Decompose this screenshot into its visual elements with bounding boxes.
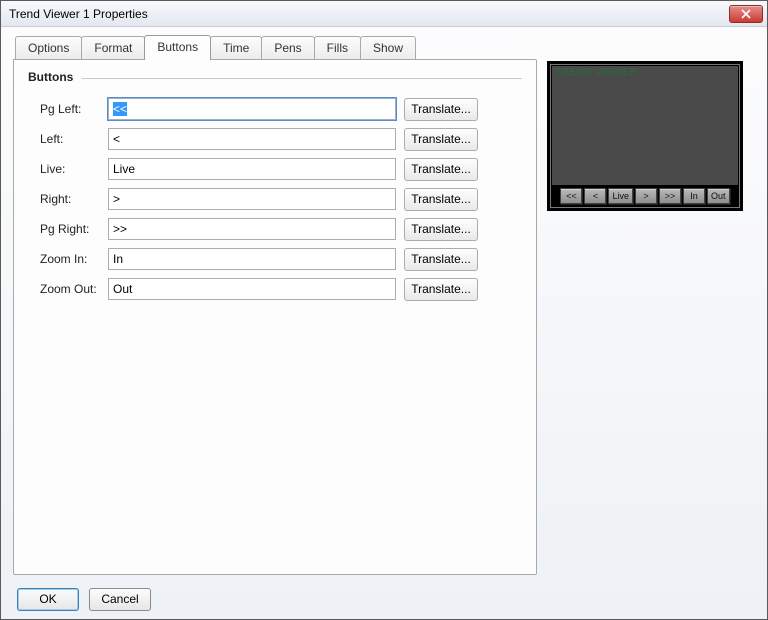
row-pg-left: Pg Left: Translate... [28,94,522,124]
preview-btn-pg-right[interactable]: >> [659,188,681,204]
label-pg-right: Pg Right: [28,222,108,236]
translate-zoom-in[interactable]: Translate... [404,248,478,271]
row-left: Left: Translate... [28,124,522,154]
row-zoom-in: Zoom In: Translate... [28,244,522,274]
close-button[interactable] [729,5,763,23]
row-right: Right: Translate... [28,184,522,214]
translate-right[interactable]: Translate... [404,188,478,211]
buttons-form: Pg Left: Translate... Left: Translate...… [28,94,522,304]
tab-strip: Options Format Buttons Time Pens Fills S… [15,35,537,59]
preview-btn-zoom-in[interactable]: In [683,188,705,204]
input-live[interactable] [108,158,396,180]
translate-pg-left[interactable]: Translate... [404,98,478,121]
tab-buttons[interactable]: Buttons [144,35,211,60]
preview-btn-right[interactable]: > [635,188,657,204]
input-left[interactable] [108,128,396,150]
preview-buttons: << < Live > >> In Out [553,187,737,205]
translate-pg-right[interactable]: Translate... [404,218,478,241]
properties-dialog: Trend Viewer 1 Properties Options Format… [0,0,768,620]
label-left: Left: [28,132,108,146]
cancel-button[interactable]: Cancel [89,588,151,611]
label-right: Right: [28,192,108,206]
dialog-body: Options Format Buttons Time Pens Fills S… [1,27,767,579]
tab-fills[interactable]: Fills [314,36,361,59]
tab-time[interactable]: Time [210,36,262,59]
translate-live[interactable]: Translate... [404,158,478,181]
tab-content: Buttons Pg Left: Translate... Left: Tran… [13,59,537,575]
preview-title: TREND VIEWER [555,67,638,78]
translate-left[interactable]: Translate... [404,128,478,151]
row-pg-right: Pg Right: Translate... [28,214,522,244]
right-pane: TREND VIEWER << < Live > >> In Out [547,35,757,575]
label-pg-left: Pg Left: [28,102,108,116]
window-title: Trend Viewer 1 Properties [9,7,729,21]
preview-btn-live[interactable]: Live [608,188,633,204]
label-live: Live: [28,162,108,176]
tab-options[interactable]: Options [15,36,82,59]
row-zoom-out: Zoom Out: Translate... [28,274,522,304]
label-zoom-out: Zoom Out: [28,282,108,296]
preview-btn-left[interactable]: < [584,188,606,204]
tab-pens[interactable]: Pens [261,36,314,59]
row-live: Live: Translate... [28,154,522,184]
ok-button[interactable]: OK [17,588,79,611]
input-zoom-in[interactable] [108,248,396,270]
titlebar: Trend Viewer 1 Properties [1,1,767,27]
left-pane: Options Format Buttons Time Pens Fills S… [13,35,537,575]
input-right[interactable] [108,188,396,210]
group-label: Buttons [28,70,522,84]
translate-zoom-out[interactable]: Translate... [404,278,478,301]
preview-btn-zoom-out[interactable]: Out [707,188,730,204]
input-zoom-out[interactable] [108,278,396,300]
preview-canvas: TREND VIEWER [552,66,738,185]
tab-show[interactable]: Show [360,36,416,59]
preview-inner: TREND VIEWER << < Live > >> In Out [550,64,740,208]
input-pg-right[interactable] [108,218,396,240]
preview-panel: TREND VIEWER << < Live > >> In Out [547,61,743,211]
dialog-footer: OK Cancel [1,579,767,619]
input-pg-left[interactable] [108,98,396,120]
label-zoom-in: Zoom In: [28,252,108,266]
close-icon [741,9,751,19]
preview-btn-pg-left[interactable]: << [560,188,582,204]
tab-format[interactable]: Format [81,36,145,59]
